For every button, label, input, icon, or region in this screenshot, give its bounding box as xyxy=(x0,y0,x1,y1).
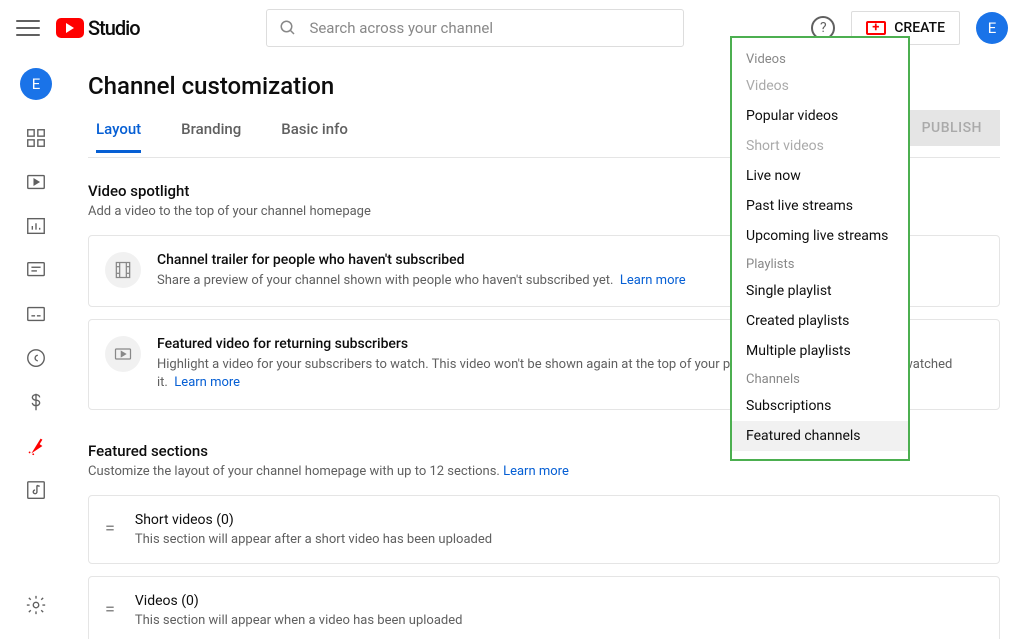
menu-item-short-videos: Short videos xyxy=(732,131,908,161)
drag-handle-icon[interactable]: = xyxy=(105,593,115,620)
analytics-icon[interactable] xyxy=(24,214,48,238)
menu-item-videos: Videos xyxy=(732,71,908,101)
menu-group-label: Videos xyxy=(732,46,908,71)
film-icon xyxy=(105,252,141,288)
sidebar: E xyxy=(0,56,72,639)
subtitles-icon[interactable] xyxy=(24,302,48,326)
search-wrap: Search across your channel xyxy=(140,9,812,47)
customization-icon[interactable] xyxy=(24,434,48,458)
studio-logo[interactable]: Studio xyxy=(56,16,140,40)
publish-button: PUBLISH xyxy=(904,110,1000,146)
content-icon[interactable] xyxy=(24,170,48,194)
menu-item-subscriptions[interactable]: Subscriptions xyxy=(732,391,908,421)
hamburger-menu-icon[interactable] xyxy=(16,16,40,40)
menu-item-live-now[interactable]: Live now xyxy=(732,161,908,191)
copyright-icon[interactable] xyxy=(24,346,48,370)
tab-layout[interactable]: Layout xyxy=(96,120,141,153)
settings-icon[interactable] xyxy=(24,593,48,617)
learn-more-link[interactable]: Learn more xyxy=(620,273,686,288)
row-title: Videos (0) xyxy=(135,593,463,609)
dashboard-icon[interactable] xyxy=(24,126,48,150)
card-desc: Share a preview of your channel shown wi… xyxy=(157,272,686,290)
logo-text: Studio xyxy=(88,16,140,40)
tab-branding[interactable]: Branding xyxy=(181,120,241,150)
learn-more-link[interactable]: Learn more xyxy=(174,375,240,390)
audio-library-icon[interactable] xyxy=(24,478,48,502)
learn-more-link[interactable]: Learn more xyxy=(503,464,569,479)
row-title: Short videos (0) xyxy=(135,512,492,528)
menu-item-past-live[interactable]: Past live streams xyxy=(732,191,908,221)
comments-icon[interactable] xyxy=(24,258,48,282)
video-icon xyxy=(105,336,141,372)
menu-item-created-playlists[interactable]: Created playlists xyxy=(732,306,908,336)
create-label: CREATE xyxy=(894,20,945,36)
menu-item-multiple-playlists[interactable]: Multiple playlists xyxy=(732,336,908,366)
featured-sections-block: Featured sections Customize the layout o… xyxy=(88,442,1000,639)
menu-item-upcoming-live[interactable]: Upcoming live streams xyxy=(732,221,908,251)
menu-group-label: Channels xyxy=(732,366,908,391)
card-title: Channel trailer for people who haven't s… xyxy=(157,252,686,268)
drag-handle-icon[interactable]: = xyxy=(105,512,115,539)
add-section-menu: Videos Videos Popular videos Short video… xyxy=(730,36,910,461)
menu-item-popular-videos[interactable]: Popular videos xyxy=(732,101,908,131)
section-row: = Short videos (0) This section will app… xyxy=(88,495,1000,564)
channel-avatar[interactable]: E xyxy=(20,68,52,100)
row-desc: This section will appear when a video ha… xyxy=(135,613,463,628)
menu-group-label: Playlists xyxy=(732,251,908,276)
avatar[interactable]: E xyxy=(976,12,1008,44)
section-row: = Videos (0) This section will appear wh… xyxy=(88,576,1000,639)
menu-item-single-playlist[interactable]: Single playlist xyxy=(732,276,908,306)
menu-item-featured-channels[interactable]: Featured channels xyxy=(732,421,908,451)
search-input[interactable]: Search across your channel xyxy=(266,9,684,47)
create-icon xyxy=(866,21,886,35)
monetization-icon[interactable] xyxy=(24,390,48,414)
section-desc: Customize the layout of your channel hom… xyxy=(88,464,1000,479)
tab-basic-info[interactable]: Basic info xyxy=(281,120,348,150)
youtube-icon xyxy=(56,18,84,38)
search-placeholder: Search across your channel xyxy=(309,19,493,37)
search-icon xyxy=(279,19,297,37)
row-desc: This section will appear after a short v… xyxy=(135,532,492,547)
